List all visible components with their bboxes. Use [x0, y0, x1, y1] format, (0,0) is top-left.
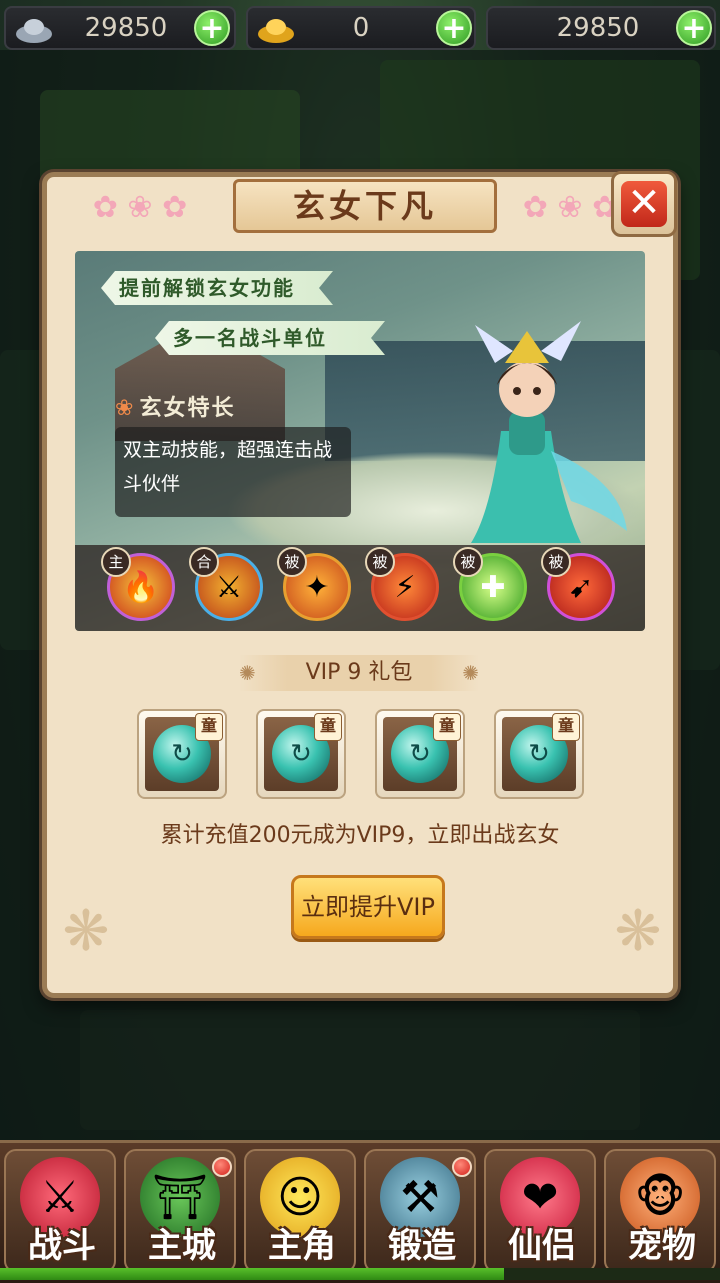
coin-currency: 29850 +	[486, 6, 716, 50]
skill-badge: 合	[189, 547, 219, 577]
cloud-ornament-icon: ✺	[462, 661, 479, 685]
gold-amount: 0	[352, 13, 370, 43]
skill-badge: 被	[541, 547, 571, 577]
cloud-ornament-icon: ❋	[62, 899, 110, 964]
close-button[interactable]: ✕	[611, 171, 677, 237]
unlock-tag: 提前解锁玄女功能	[101, 271, 333, 305]
heroine-character-icon	[471, 321, 627, 543]
nav-label: 宠物	[628, 1226, 696, 1266]
reward-badge: 童	[314, 713, 342, 741]
nav-label: 主角	[268, 1226, 336, 1266]
reward-item[interactable]: ↻ 童	[137, 709, 227, 799]
lotus-icon: ❀	[115, 396, 136, 421]
nav-label: 仙侣	[508, 1226, 576, 1266]
gold-currency: 0 +	[246, 6, 476, 50]
vip-gift-banner: ✺ VIP 9 礼包 ✺	[239, 655, 479, 691]
reward-item[interactable]: ↻ 童	[256, 709, 346, 799]
reward-badge: 童	[552, 713, 580, 741]
nav-item-pet[interactable]: 🐵 宠物	[604, 1149, 716, 1273]
vip-requirement-text: 累计充值200元成为VIP9，立即出战玄女	[160, 823, 560, 848]
add-gold-button[interactable]: +	[436, 10, 472, 46]
add-coin-button[interactable]: +	[676, 10, 712, 46]
nav-item-forge[interactable]: ⚒ 锻造	[364, 1149, 476, 1273]
add-silver-button[interactable]: +	[194, 10, 230, 46]
reward-item[interactable]: ↻ 童	[375, 709, 465, 799]
nav-item-battle[interactable]: ⚔ 战斗	[4, 1149, 116, 1273]
experience-bar	[0, 1268, 720, 1280]
traits-title: ❀ 玄女特长	[115, 396, 236, 421]
notification-dot	[212, 1157, 232, 1177]
extra-unit-tag: 多一名战斗单位	[155, 321, 385, 355]
reward-badge: 童	[195, 713, 223, 741]
vip-gift-label: VIP 9 礼包	[305, 660, 413, 685]
upgrade-vip-button[interactable]: 立即提升VIP	[291, 875, 445, 939]
notification-dot	[452, 1157, 472, 1177]
nav-label: 战斗	[28, 1226, 96, 1266]
silver-amount: 29850	[84, 13, 168, 43]
character-showcase: 提前解锁玄女功能 多一名战斗单位 ❀ 玄女特长 双主动技能，超强连击战斗伙伴 🔥 …	[75, 251, 645, 631]
nav-item-companion[interactable]: ❤ 仙侣	[484, 1149, 596, 1273]
reward-badge: 童	[433, 713, 461, 741]
traits-panel: 双主动技能，超强连击战斗伙伴	[115, 427, 351, 517]
bottom-nav: ⚔ 战斗 ⛩ 主城 ☺ 主角 ⚒ 锻造 ❤ 仙侣 🐵 宠物	[0, 1140, 720, 1283]
silver-ingot-icon	[12, 12, 56, 46]
nav-item-hero[interactable]: ☺ 主角	[244, 1149, 356, 1273]
nav-label: 主城	[148, 1226, 216, 1266]
traits-text: 双主动技能，超强连击战斗伙伴	[123, 439, 333, 495]
close-icon: ✕	[621, 181, 667, 227]
blossom-left-icon: ✿ ❀ ✿	[92, 189, 188, 225]
skill-badge: 主	[101, 547, 131, 577]
dialog-title: 玄女下凡	[233, 179, 497, 233]
nav-label: 锻造	[388, 1226, 456, 1266]
skill-bar: 🔥 主 ⚔ 合 ✦ 被 ⚡ 被 ✚ 被 ➹ 被	[75, 545, 645, 631]
nav-item-city[interactable]: ⛩ 主城	[124, 1149, 236, 1273]
reward-item[interactable]: ↻ 童	[494, 709, 584, 799]
experience-fill	[0, 1268, 504, 1280]
gold-ingot-icon	[254, 12, 298, 46]
vip-dialog: ❋ ❋ ✿ ❀ ✿ ✿ ❀ ✿ 玄女下凡 ✕ 提前解锁玄女功能 多一名战斗单位 …	[42, 171, 678, 998]
skill-badge: 被	[365, 547, 395, 577]
silver-currency: 29850 +	[4, 6, 236, 50]
skill-badge: 被	[453, 547, 483, 577]
cloud-ornament-icon: ❋	[614, 899, 662, 964]
cloud-ornament-icon: ✺	[239, 661, 256, 685]
currency-bar: 29850 + 0 + 29850 +	[0, 0, 720, 58]
coin-amount: 29850	[556, 13, 640, 43]
skill-badge: 被	[277, 547, 307, 577]
